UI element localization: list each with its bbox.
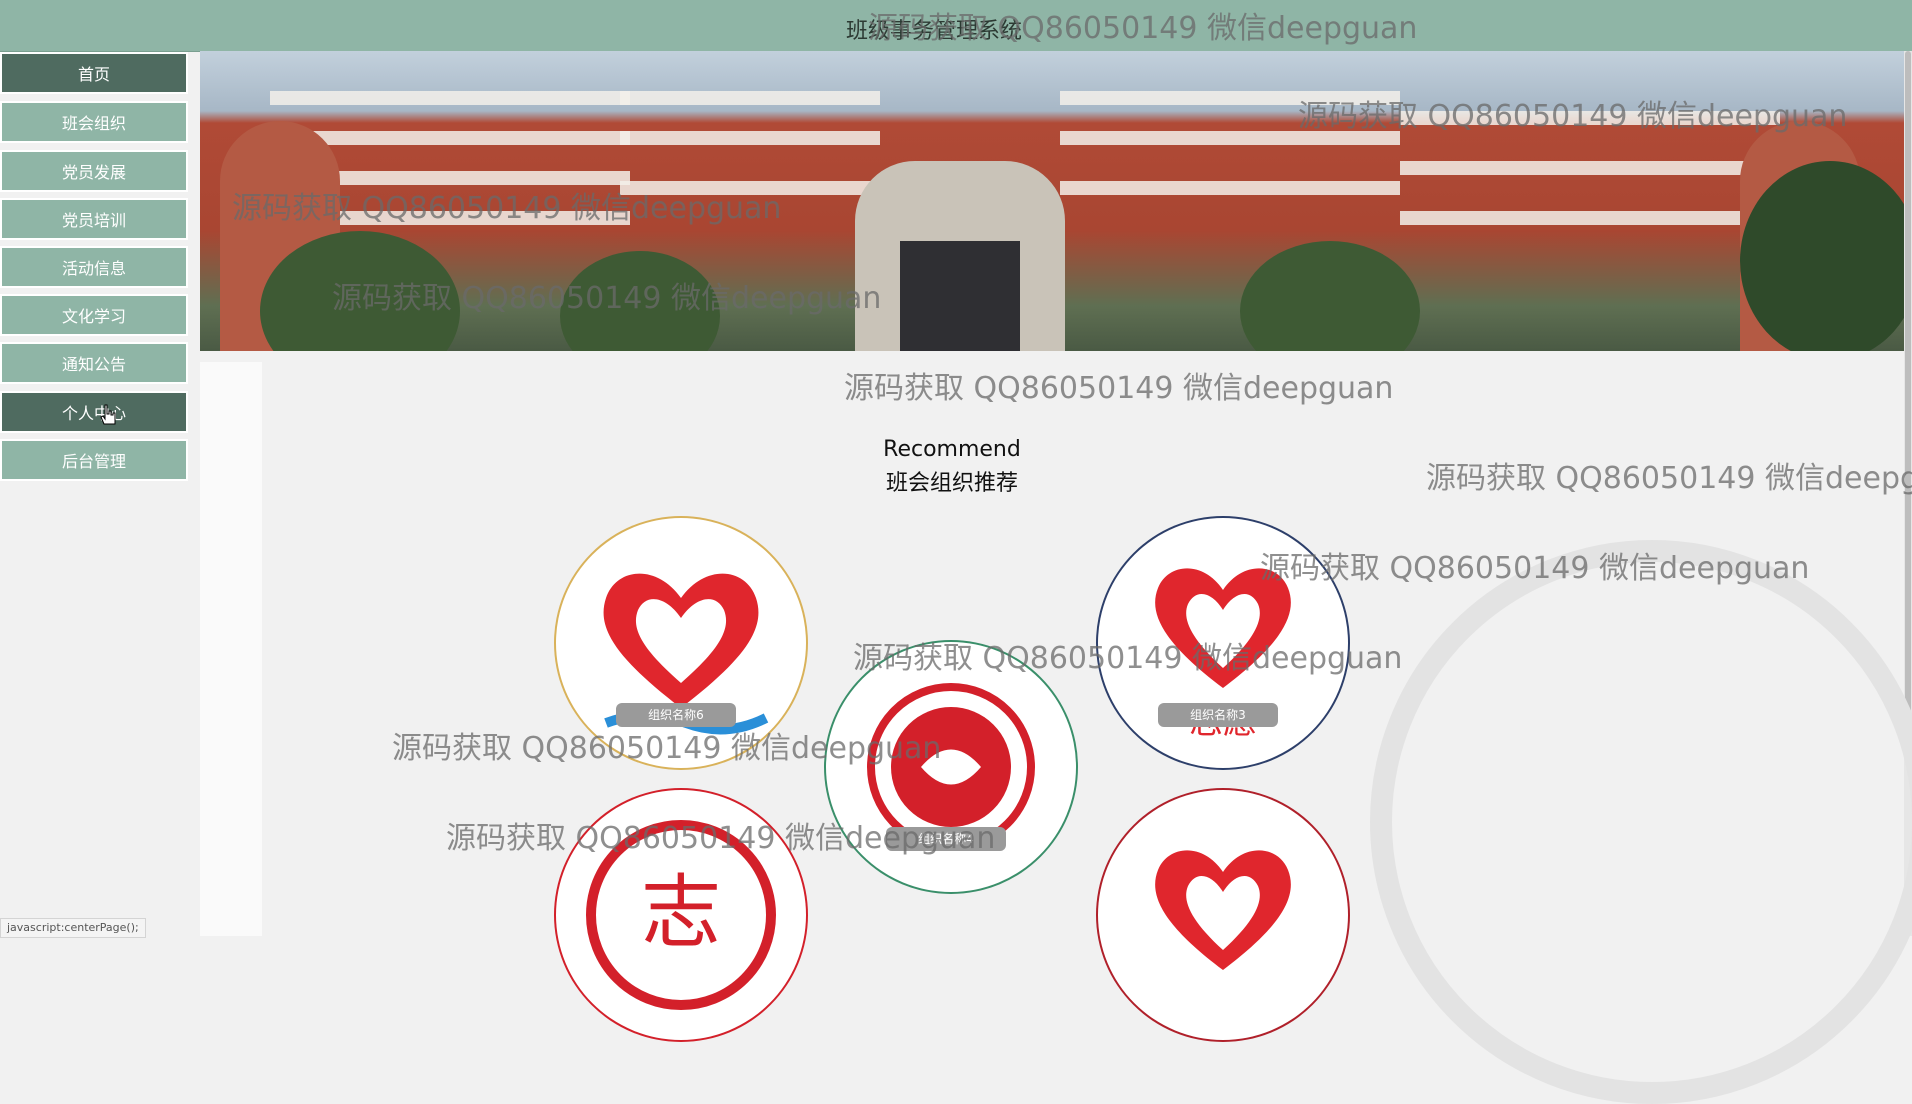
watermark-text: 源码获取 QQ86050149 微信deepguan	[332, 281, 882, 316]
sidebar-item-class-meeting[interactable]: 班会组织	[0, 101, 188, 143]
sidebar-item-admin[interactable]: 后台管理	[0, 439, 188, 481]
watermark-text: 源码获取 QQ86050149 微信deepguan	[1426, 461, 1912, 496]
watermark-text: 源码获取 QQ86050149 微信deepguan	[844, 371, 1394, 406]
svg-text:志: 志	[641, 866, 721, 959]
sidebar-item-culture-study[interactable]: 文化学习	[0, 294, 188, 336]
watermark-text: 源码获取 QQ86050149 微信deepguan	[392, 731, 942, 766]
sidebar-item-party-training[interactable]: 党员培训	[0, 198, 188, 240]
content-left-panel	[200, 362, 262, 936]
watermark-text: 源码获取 QQ86050149 微信deepguan	[1260, 551, 1810, 586]
watermark-text: 源码获取 QQ86050149 微信deepguan	[853, 641, 1403, 676]
watermark-text: 源码获取 QQ86050149 微信deepguan	[232, 191, 782, 226]
volunteer-heart-logo-icon	[1155, 850, 1291, 970]
decorative-swoosh	[1370, 540, 1912, 1104]
sidebar-item-personal-center[interactable]: 个人中心	[0, 391, 188, 433]
org-card[interactable]	[1098, 790, 1348, 1040]
recommend-heading-en: Recommend	[883, 437, 1021, 462]
watermark-text: 源码获取 QQ86050149 微信deepguan	[1298, 99, 1848, 134]
watermark-text: 源码获取 QQ86050149 微信deepguan	[868, 11, 1418, 46]
sidebar-item-activities[interactable]: 活动信息	[0, 246, 188, 288]
recommend-heading-zh: 班会组织推荐	[885, 471, 1018, 496]
watermark-text: 源码获取 QQ86050149 微信deepguan	[446, 821, 996, 856]
browser-status-bar: javascript:centerPage();	[0, 918, 146, 938]
scrollbar-thumb[interactable]	[1905, 51, 1911, 751]
sidebar-item-notices[interactable]: 通知公告	[0, 342, 188, 384]
org-name-label: 组织名称3	[1158, 703, 1278, 727]
recommend-heading: Recommend 班会组织推荐	[850, 433, 1054, 501]
sidebar-item-party-development[interactable]: 党员发展	[0, 150, 188, 192]
hand-cursor-icon	[100, 404, 116, 425]
sidebar-item-home[interactable]: 首页	[0, 52, 188, 94]
